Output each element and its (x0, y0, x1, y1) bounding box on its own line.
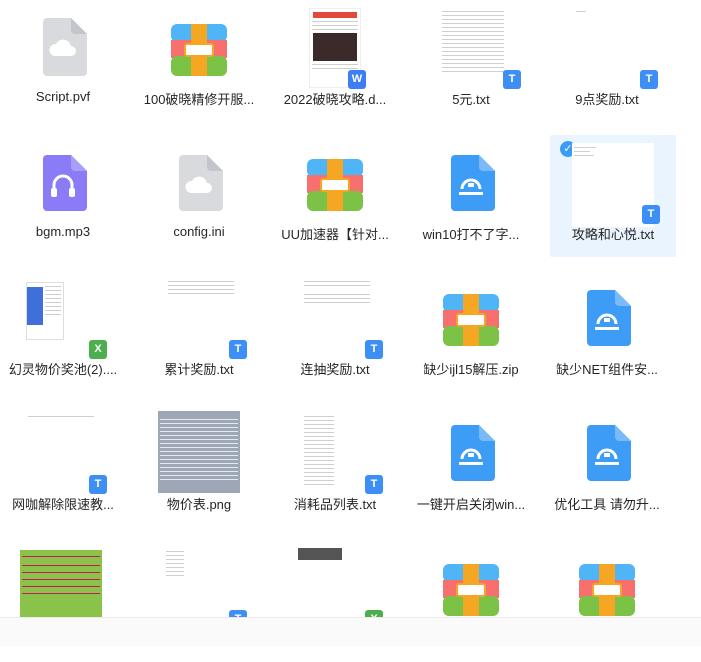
file-tile[interactable]: config.ini (136, 135, 262, 257)
txt-badge-icon: T (365, 340, 383, 359)
file-tile[interactable]: 缺少ijl15解压.zip (408, 270, 534, 392)
audio-file-icon (18, 141, 108, 225)
document-preview: T (290, 276, 383, 360)
file-name: 一键开启关闭win... (416, 497, 526, 512)
file-name: 攻略和心悦.txt (571, 227, 655, 242)
file-tile[interactable]: 物价表.png (136, 405, 262, 527)
file-name: 缺少NET组件安... (556, 362, 658, 377)
file-name: 优化工具 请勿升... (554, 497, 660, 512)
cloud-file-icon (18, 6, 108, 90)
image-preview (154, 411, 244, 495)
shortcut-file-icon (562, 411, 652, 495)
archive-icon (426, 276, 516, 360)
file-name: 幻灵物价奖池(2).... (8, 362, 118, 377)
file-name: 消耗品列表.txt (293, 497, 377, 512)
file-tile[interactable]: T 网咖解除限速教... (0, 405, 126, 527)
file-name: 网咖解除限速教... (12, 497, 114, 512)
file-tile[interactable]: T 消耗品列表.txt (272, 405, 398, 527)
file-name: Script.pvf (35, 89, 91, 104)
cloud-file-icon (154, 141, 244, 225)
file-tile[interactable]: win10打不了字... (408, 135, 534, 257)
txt-badge-icon: T (640, 70, 658, 89)
document-preview: T (568, 141, 660, 227)
archive-icon (290, 141, 380, 225)
file-tile[interactable]: 100破晓精修开服... (136, 0, 262, 122)
file-tile[interactable]: 优化工具 请勿升... (544, 405, 670, 527)
file-name: 2022破晓攻略.d... (283, 92, 387, 107)
document-preview: W (290, 6, 380, 90)
file-name: bgm.mp3 (35, 224, 91, 239)
excel-badge-icon: X (89, 340, 107, 359)
file-tile[interactable]: W 2022破晓攻略.d... (272, 0, 398, 122)
shortcut-file-icon (426, 411, 516, 495)
file-tile[interactable]: T 5元.txt (408, 0, 534, 122)
document-preview: T (426, 6, 521, 90)
file-tile[interactable]: 缺少NET组件安... (544, 270, 670, 392)
file-name: 累计奖励.txt (164, 362, 234, 377)
file-tile[interactable]: T 连抽奖励.txt (272, 270, 398, 392)
file-tile-selected[interactable]: ✓ T 攻略和心悦.txt (550, 135, 676, 257)
file-name: 100破晓精修开服... (143, 92, 255, 107)
word-badge-icon: W (348, 70, 366, 89)
file-name: 连抽奖励.txt (300, 362, 370, 377)
file-name: 5元.txt (452, 92, 490, 107)
file-tile[interactable]: X 幻灵物价奖池(2).... (0, 270, 126, 392)
spreadsheet-preview: X (18, 276, 108, 360)
txt-badge-icon: T (642, 205, 660, 224)
file-tile[interactable]: bgm.mp3 (0, 135, 126, 257)
shortcut-file-icon (426, 141, 516, 225)
shortcut-file-icon (562, 276, 652, 360)
file-tile[interactable]: T 累计奖励.txt (136, 270, 262, 392)
document-preview: T (562, 6, 658, 90)
file-tile[interactable]: 一键开启关闭win... (408, 405, 534, 527)
bottom-bar (0, 617, 701, 646)
txt-badge-icon: T (89, 475, 107, 494)
txt-badge-icon: T (365, 475, 383, 494)
document-preview: T (154, 276, 247, 360)
file-name: 缺少ijl15解压.zip (423, 362, 519, 377)
document-preview: T (18, 411, 108, 495)
archive-icon (154, 6, 244, 90)
document-preview: T (290, 411, 383, 495)
file-name: 9点奖励.txt (575, 92, 639, 107)
file-grid: Script.pvf 100破晓精修开服... W 2022破晓攻略.d... … (0, 0, 701, 645)
txt-badge-icon: T (503, 70, 521, 89)
file-name: UU加速器【针对... (281, 227, 389, 242)
txt-badge-icon: T (229, 340, 247, 359)
file-name: 物价表.png (166, 497, 232, 512)
file-name: win10打不了字... (422, 227, 520, 242)
file-tile[interactable]: UU加速器【针对... (272, 135, 398, 257)
file-name: config.ini (173, 224, 225, 239)
file-tile[interactable]: T 9点奖励.txt (544, 0, 670, 122)
file-tile[interactable]: Script.pvf (0, 0, 126, 122)
